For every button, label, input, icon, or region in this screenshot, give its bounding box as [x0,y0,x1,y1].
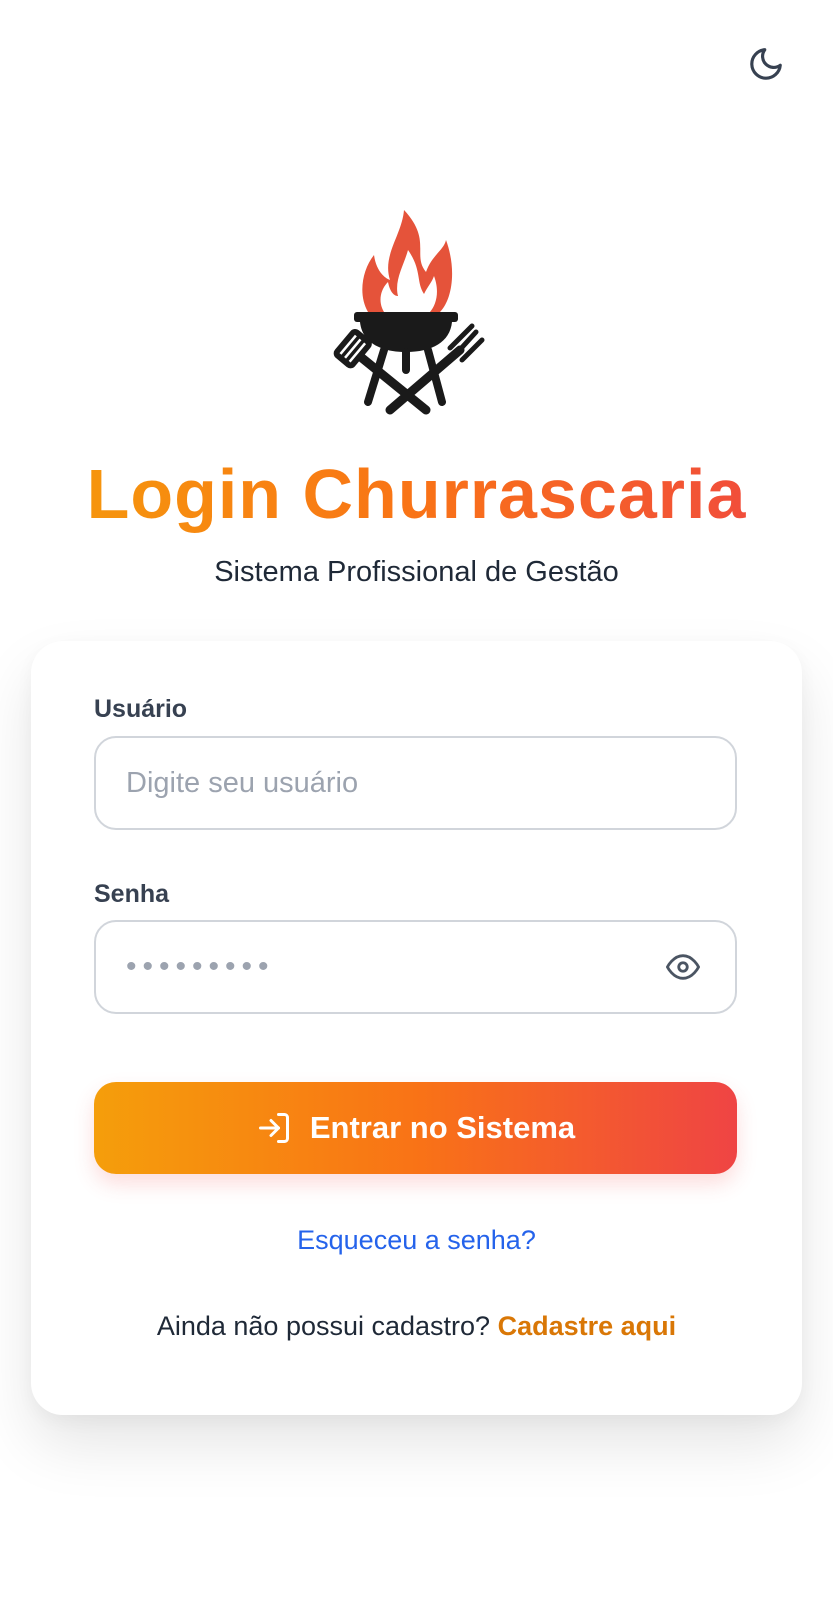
theme-toggle-button[interactable] [744,42,788,86]
password-input[interactable]: ••••••••• [126,952,661,982]
login-card: Usuário Senha ••••••••• Entrar no Sistem… [31,641,802,1415]
grill-flame-icon [332,210,490,424]
username-label: Usuário [94,695,188,723]
login-submit-button[interactable]: Entrar no Sistema [94,1082,737,1174]
username-input[interactable] [126,766,705,800]
eye-icon [666,954,700,980]
login-submit-label: Entrar no Sistema [309,1110,576,1145]
password-label: Senha [94,880,170,908]
signup-row: Ainda não possui cadastro? Cadastre aqui [31,1306,802,1346]
login-arrow-icon [256,1110,292,1146]
forgot-password-link[interactable]: Esqueceu a senha? [31,1220,802,1260]
password-field-container: ••••••••• [94,920,737,1014]
app-title: Login Churrascaria [0,452,833,536]
app-subtitle: Sistema Profissional de Gestão [214,556,619,588]
username-field-container [94,736,737,830]
toggle-password-visibility-button[interactable] [661,945,705,989]
signup-prompt: Ainda não possui cadastro? [156,1311,491,1341]
moon-icon [750,48,782,80]
signup-link[interactable]: Cadastre aqui [498,1311,677,1341]
